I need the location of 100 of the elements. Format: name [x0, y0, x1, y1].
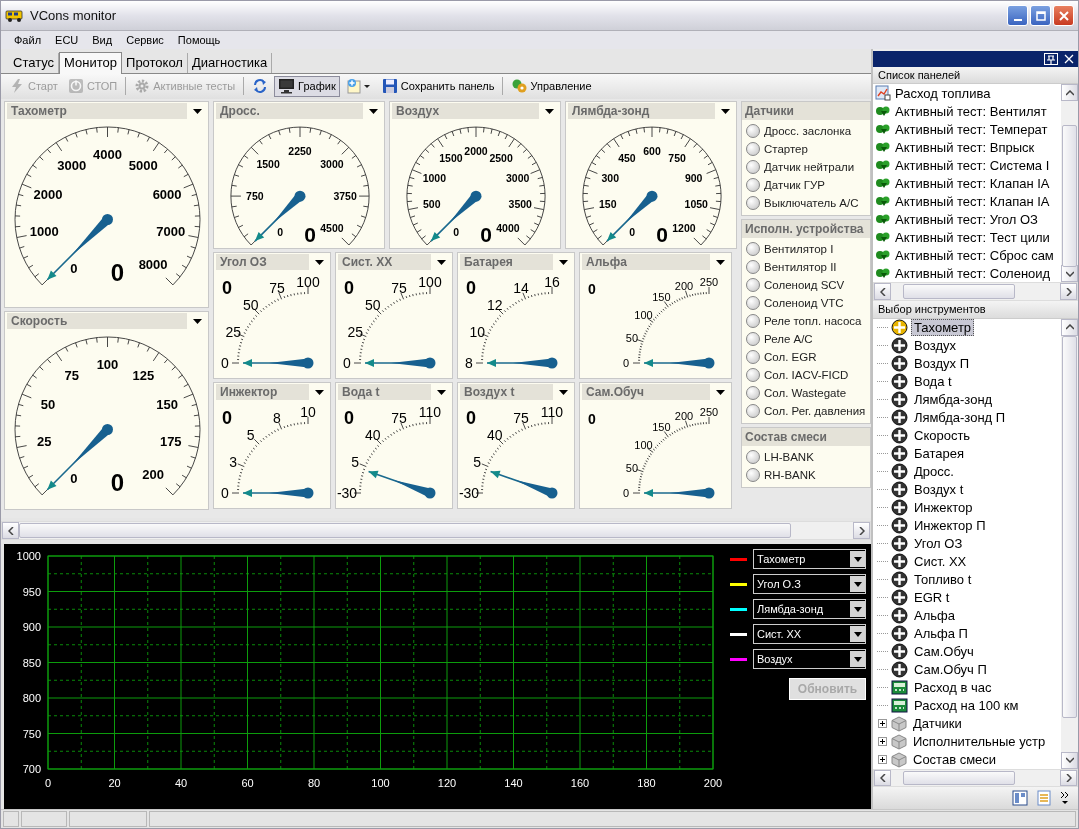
tree-item[interactable]: Скорость: [911, 427, 974, 445]
scroll-right-icon[interactable]: [858, 526, 865, 535]
dropdown-arrow-icon[interactable]: [853, 656, 862, 662]
layout-icon[interactable]: [1012, 790, 1028, 807]
close-icon[interactable]: [1064, 53, 1074, 64]
dropdown-arrow-icon[interactable]: [315, 389, 324, 395]
panel-list-item[interactable]: Активный тест: Вентилят: [873, 102, 1061, 121]
tree-item[interactable]: Воздух: [911, 337, 959, 355]
panel-list-item[interactable]: Активный тест: Тест цили: [873, 228, 1061, 247]
dropdown-arrow-icon[interactable]: [853, 631, 862, 637]
dropdown-arrow-icon[interactable]: [545, 108, 554, 114]
channel-select[interactable]: Воздух: [753, 649, 866, 669]
channel-select[interactable]: Сист. XX: [753, 624, 866, 644]
tree-item[interactable]: Воздух П: [911, 355, 972, 373]
dropdown-arrow-icon[interactable]: [315, 259, 324, 265]
tree-item[interactable]: EGR t: [911, 589, 953, 607]
panel-list-item[interactable]: Активный тест: Система I: [873, 156, 1061, 175]
gauge-icon: [891, 553, 908, 571]
dropdown-arrow-icon[interactable]: [369, 108, 378, 114]
tree-item[interactable]: Сист. XX: [911, 553, 970, 571]
expand-toggle[interactable]: [878, 737, 887, 747]
menu-item[interactable]: ECU: [48, 34, 86, 46]
tree-item[interactable]: Инжектор: [911, 499, 976, 517]
tree-item[interactable]: Состав смеси: [910, 751, 1000, 769]
tree-item[interactable]: Расход на 100 км: [911, 697, 1022, 715]
panel-list-item[interactable]: Активный тест: Впрыск: [873, 138, 1061, 157]
tree-item[interactable]: Инжектор П: [911, 517, 989, 535]
close-button[interactable]: [1053, 5, 1074, 26]
tree-item[interactable]: Датчики: [910, 715, 965, 733]
vertical-scrollbar[interactable]: [1061, 84, 1078, 283]
dropdown-arrow-icon[interactable]: [193, 318, 202, 324]
tree-item[interactable]: Тахометр: [911, 319, 975, 337]
dropdown-arrow-icon[interactable]: [716, 259, 725, 265]
menu-item[interactable]: Помощь: [170, 34, 228, 46]
panel-list-item[interactable]: Активный тест: Клапан IA: [873, 174, 1061, 193]
scroll-down-icon[interactable]: [1065, 757, 1074, 764]
panel-list-item[interactable]: Активный тест: Клапан IA: [873, 192, 1061, 211]
tab[interactable]: Монитор: [59, 51, 123, 74]
panel-list-item[interactable]: Расход топлива: [873, 84, 1061, 103]
gauge-icon: [891, 337, 908, 355]
dropdown-arrow-icon[interactable]: [721, 108, 730, 114]
panel-list-item[interactable]: Активный тест: Сброс сам: [873, 246, 1061, 265]
scale-label: 0: [221, 354, 229, 371]
dropdown-arrow-icon[interactable]: [559, 389, 568, 395]
pin-icon[interactable]: [1044, 52, 1058, 65]
dropdown-arrow-icon[interactable]: [193, 108, 202, 114]
expand-toggle[interactable]: [878, 719, 887, 729]
scroll-left-icon[interactable]: [879, 287, 886, 296]
needle: [242, 357, 314, 369]
tree-item[interactable]: Вода t: [911, 373, 955, 391]
scroll-up-icon[interactable]: [1065, 89, 1074, 96]
tab[interactable]: Протокол: [122, 52, 188, 73]
tree-item[interactable]: Исполнительные устр: [910, 733, 1049, 751]
dropdown-arrow-icon[interactable]: [716, 389, 725, 395]
tree-item[interactable]: Лямбда-зонд П: [911, 409, 1009, 427]
channel-select[interactable]: Угол О.З: [753, 574, 866, 594]
tree-item[interactable]: Угол ОЗ: [911, 535, 966, 553]
tree-item[interactable]: Альфа П: [911, 625, 971, 643]
horizontal-scrollbar[interactable]: [1, 521, 871, 540]
channel-select[interactable]: Тахометр: [753, 549, 866, 569]
dropdown-arrow-icon[interactable]: [437, 259, 446, 265]
menu-item[interactable]: Вид: [85, 34, 120, 46]
tree-item[interactable]: Альфа: [911, 607, 958, 625]
menu-item[interactable]: Файл: [7, 34, 49, 46]
dropdown-arrow-icon[interactable]: [853, 581, 862, 587]
panel-list-item[interactable]: Активный тест: Угол ОЗ: [873, 210, 1061, 229]
menu-item[interactable]: Сервис: [119, 34, 171, 46]
tree-item[interactable]: Расход в час: [911, 679, 995, 697]
dropdown-arrow-icon[interactable]: [559, 259, 568, 265]
tree-item[interactable]: Сам.Обуч П: [911, 661, 990, 679]
tree-item[interactable]: Сам.Обуч: [911, 643, 977, 661]
scroll-right-icon[interactable]: [1065, 774, 1072, 783]
tree-item[interactable]: Лямбда-зонд: [911, 391, 996, 409]
graph-button[interactable]: График: [274, 75, 340, 97]
tree-item[interactable]: Воздух t: [911, 481, 967, 499]
scroll-left-icon[interactable]: [7, 526, 14, 535]
chevron-icon[interactable]: [1060, 791, 1070, 806]
axis-label: 80: [307, 777, 321, 789]
panel-list-item[interactable]: Активный тест: Температ: [873, 120, 1061, 139]
scroll-right-icon[interactable]: [1065, 287, 1072, 296]
dropdown-arrow-icon[interactable]: [853, 606, 862, 612]
control-button[interactable]: Управление: [507, 75, 596, 97]
channel-select[interactable]: Лямбда-зонд: [753, 599, 866, 619]
save-button[interactable]: Сохранить панель: [377, 75, 499, 97]
tree-item[interactable]: Батарея: [911, 445, 967, 463]
scale-label: 200: [142, 467, 164, 483]
minimize-button[interactable]: [1007, 5, 1028, 26]
expand-toggle[interactable]: [878, 755, 887, 765]
scroll-up-icon[interactable]: [1065, 324, 1074, 331]
dropdown-arrow-icon[interactable]: [853, 556, 862, 562]
maximize-button[interactable]: [1030, 5, 1051, 26]
vertical-scrollbar[interactable]: [1061, 318, 1078, 769]
tree-item[interactable]: Дросс.: [911, 463, 957, 481]
horizontal-scrollbar[interactable]: [873, 282, 1078, 302]
tree-item[interactable]: Топливо t: [911, 571, 975, 589]
scroll-left-icon[interactable]: [879, 774, 886, 783]
panel-list-item[interactable]: Активный тест: Соленоид: [873, 264, 1061, 283]
scroll-down-icon[interactable]: [1065, 270, 1074, 277]
tab[interactable]: Диагностика: [187, 52, 273, 73]
dropdown-arrow-icon[interactable]: [437, 389, 446, 395]
